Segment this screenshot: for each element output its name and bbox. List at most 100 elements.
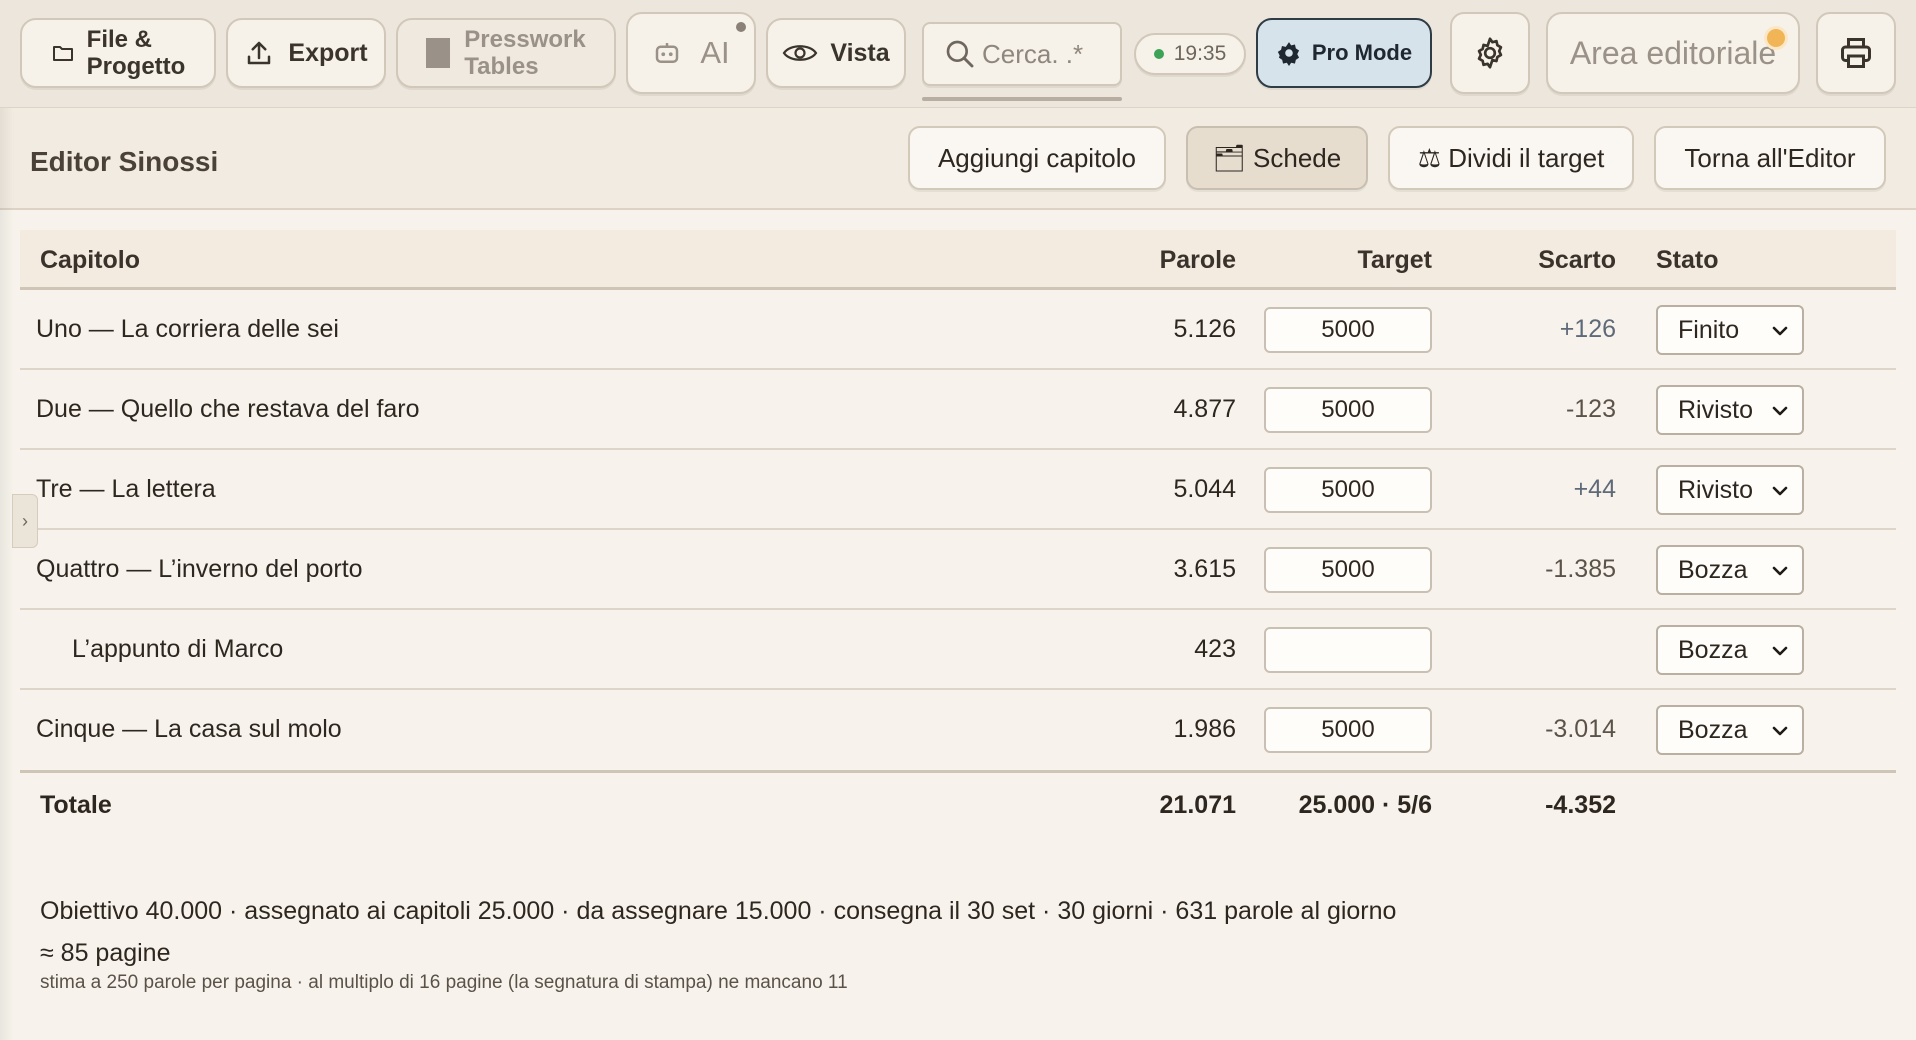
totals-words: 21.071 bbox=[1159, 791, 1236, 819]
state-value: Rivisto bbox=[1678, 475, 1754, 504]
table-row[interactable]: Due — Quello che restava del faro 4.877 … bbox=[20, 370, 1896, 450]
word-count: 1.986 bbox=[1173, 715, 1236, 743]
add-chapter-button[interactable]: Aggiungi capitolo bbox=[908, 126, 1166, 190]
print-button[interactable] bbox=[1816, 12, 1896, 94]
diff-value: -123 bbox=[1565, 395, 1616, 423]
export-label: Export bbox=[288, 38, 368, 67]
chevron-down-icon bbox=[1772, 726, 1788, 736]
file-label-line2: Progetto bbox=[86, 53, 186, 80]
chevron-down-icon bbox=[1772, 486, 1788, 496]
state-select[interactable]: Rivisto bbox=[1656, 465, 1804, 515]
synopsis-table: Capitolo Parole Target Scarto Stato Uno … bbox=[20, 230, 1896, 834]
state-select[interactable]: Bozza bbox=[1656, 705, 1804, 755]
robot-icon bbox=[656, 43, 679, 63]
chapter-name: Quattro — L’inverno del porto bbox=[36, 555, 363, 583]
goal-summary: Obiettivo 40.000 · assegnato ai capitoli… bbox=[40, 897, 1397, 925]
table-row-note[interactable]: L’appunto di Marco 423 Bozza bbox=[20, 610, 1896, 690]
chevron-down-icon bbox=[1772, 646, 1788, 656]
diff-value: -1.385 bbox=[1545, 555, 1616, 583]
back-to-editor-button[interactable]: Torna all'Editor bbox=[1654, 126, 1886, 190]
cards-button[interactable]: 🗂 Schede bbox=[1186, 126, 1368, 190]
folder-icon bbox=[52, 46, 73, 61]
pro-mode-button[interactable]: Pro Mode bbox=[1256, 18, 1432, 88]
chevron-down-icon bbox=[1772, 566, 1788, 576]
diff-value: +44 bbox=[1573, 475, 1616, 503]
tables-icon bbox=[426, 38, 451, 68]
word-count: 5.126 bbox=[1173, 315, 1236, 343]
status-clock-badge: 19:35 bbox=[1134, 33, 1246, 75]
col-header-chapter: Capitolo bbox=[40, 246, 140, 274]
state-value: Bozza bbox=[1678, 555, 1748, 584]
diff-value: -3.014 bbox=[1545, 715, 1616, 743]
table-row[interactable]: Uno — La corriera delle sei 5.126 +126 F… bbox=[20, 290, 1896, 370]
view-label: Vista bbox=[830, 38, 890, 67]
clock-time: 19:35 bbox=[1173, 42, 1227, 65]
file-label-line1: File & bbox=[86, 26, 152, 53]
chapter-name: Due — Quello che restava del faro bbox=[36, 395, 420, 423]
online-status-dot bbox=[1153, 49, 1164, 59]
word-count: 3.615 bbox=[1173, 555, 1236, 583]
search-placeholder: Cerca. .* bbox=[982, 38, 1084, 69]
col-header-words: Parole bbox=[1159, 246, 1236, 274]
view-button[interactable]: Vista bbox=[766, 18, 906, 88]
col-header-target: Target bbox=[1357, 246, 1432, 274]
editorial-notification-badge bbox=[1764, 26, 1788, 50]
state-value: Bozza bbox=[1678, 635, 1748, 664]
tables-label-line2: Tables bbox=[464, 53, 539, 80]
chevron-down-icon bbox=[1772, 406, 1788, 416]
table-row[interactable]: Quattro — L’inverno del porto 3.615 -1.3… bbox=[20, 530, 1896, 610]
chapter-name: Cinque — La casa sul molo bbox=[36, 715, 342, 743]
totals-label: Totale bbox=[40, 791, 112, 819]
chapter-name: Tre — La lettera bbox=[36, 475, 216, 503]
split-target-button[interactable]: ⚖ Dividi il target bbox=[1388, 126, 1634, 190]
state-select[interactable]: Rivisto bbox=[1656, 385, 1804, 435]
totals-diff: -4.352 bbox=[1545, 791, 1616, 819]
ai-label: AI bbox=[700, 35, 730, 70]
upload-icon bbox=[248, 41, 271, 65]
pro-mode-label: Pro Mode bbox=[1311, 40, 1413, 65]
state-select[interactable]: Bozza bbox=[1656, 625, 1804, 675]
totals-row: Totale 21.071 25.000 · 5/6 -4.352 bbox=[20, 770, 1896, 834]
sidebar-toggle[interactable]: › bbox=[12, 494, 38, 548]
presswork-tables-button[interactable]: Presswork Tables bbox=[396, 18, 616, 88]
col-header-diff: Scarto bbox=[1538, 246, 1616, 274]
page-title: Editor Sinossi bbox=[30, 146, 219, 177]
word-count: 5.044 bbox=[1173, 475, 1236, 503]
eye-icon bbox=[783, 45, 818, 61]
tables-label-line1: Presswork bbox=[464, 26, 586, 53]
search-icon bbox=[946, 40, 974, 68]
state-select[interactable]: Finito bbox=[1656, 305, 1804, 355]
table-row[interactable]: Tre — La lettera 5.044 +44 Rivisto bbox=[20, 450, 1896, 530]
editor-header: Editor Sinossi Aggiungi capitolo 🗂 Sched… bbox=[0, 108, 1916, 210]
target-input[interactable] bbox=[1264, 547, 1432, 593]
settings-button[interactable] bbox=[1450, 12, 1530, 94]
chevron-right-icon: › bbox=[22, 510, 28, 531]
word-count: 423 bbox=[1194, 635, 1236, 663]
state-select[interactable]: Bozza bbox=[1656, 545, 1804, 595]
page-estimate-note: stima a 250 parole per pagina · al multi… bbox=[40, 972, 848, 993]
target-input[interactable] bbox=[1264, 307, 1432, 353]
ai-button[interactable]: AI bbox=[626, 12, 756, 94]
state-value: Rivisto bbox=[1678, 395, 1754, 424]
export-button[interactable]: Export bbox=[226, 18, 386, 88]
chevron-down-icon bbox=[1772, 326, 1788, 336]
search-input[interactable]: Cerca. .* bbox=[922, 22, 1122, 86]
table-row[interactable]: Cinque — La casa sul molo 1.986 -3.014 B… bbox=[20, 690, 1896, 770]
state-value: Finito bbox=[1678, 315, 1740, 344]
top-toolbar: File & Progetto Export Presswork Tables … bbox=[0, 0, 1916, 108]
file-project-button[interactable]: File & Progetto bbox=[20, 18, 216, 88]
search-focus-underline bbox=[922, 97, 1122, 101]
note-name: L’appunto di Marco bbox=[72, 635, 284, 663]
printer-icon bbox=[1841, 38, 1871, 68]
gear-icon bbox=[1477, 37, 1503, 69]
editorial-area-button[interactable]: Area editoriale bbox=[1546, 12, 1800, 94]
target-input[interactable] bbox=[1264, 627, 1432, 673]
chapter-name: Uno — La corriera delle sei bbox=[36, 315, 339, 343]
editorial-area-label: Area editoriale bbox=[1569, 34, 1777, 71]
gear-filled-icon bbox=[1277, 42, 1299, 66]
table-header: Capitolo Parole Target Scarto Stato bbox=[20, 230, 1896, 290]
target-input[interactable] bbox=[1264, 387, 1432, 433]
target-input[interactable] bbox=[1264, 467, 1432, 513]
target-input[interactable] bbox=[1264, 707, 1432, 753]
state-value: Bozza bbox=[1678, 715, 1748, 744]
